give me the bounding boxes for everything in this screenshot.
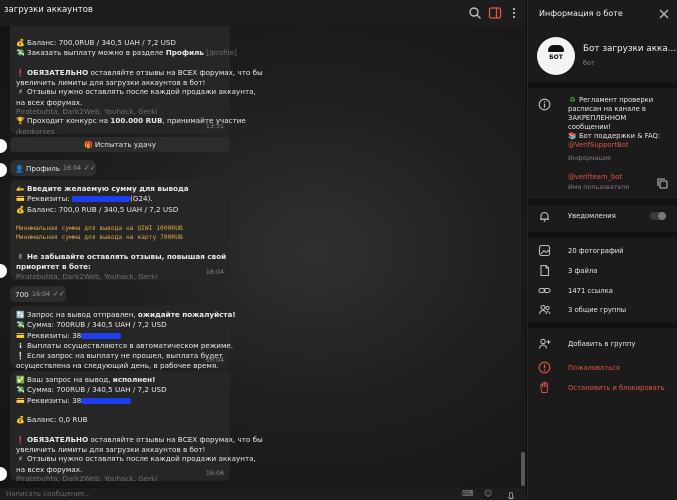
lightning-icon: ⚡	[18, 455, 23, 464]
forum-links[interactable]: Piratebuhta, Dark2Web, Youhack, Gerki	[16, 272, 224, 281]
chat-header: загрузки аккаунтов	[0, 0, 526, 26]
support-bot-link[interactable]: @VerifSupportBot	[568, 141, 660, 150]
bot-message-withdraw-amount: 🫴 Введите желаемую сумму для вывода 💳 Рекв…	[10, 180, 230, 281]
photo-icon	[538, 244, 551, 257]
bot-type: бот	[583, 59, 595, 67]
avatar[interactable]	[0, 467, 7, 481]
chat-title[interactable]: загрузки аккаунтов	[4, 5, 93, 15]
add-to-group-button[interactable]: Добавить в группу	[568, 340, 635, 348]
read-checkmarks-icon: ✓✓	[53, 290, 65, 298]
forum-links[interactable]: Piratebuhta, Dark2Web, Youhack, Gerki	[16, 107, 224, 116]
divider	[528, 322, 677, 328]
bot-description: ♻ Регламент проверки расписан на канале в…	[568, 96, 661, 150]
chat-area: загрузки аккаунтов 💰 Баланс: 700,0RUB / 3…	[0, 0, 526, 500]
copy-icon[interactable]	[656, 177, 669, 190]
description-caption: Информация	[568, 155, 611, 162]
hand-wave-icon: ✌	[17, 253, 24, 262]
file-icon	[538, 264, 551, 277]
outgoing-message-amount: 700 16:04 ✓✓	[10, 286, 66, 302]
add-user-icon	[538, 337, 551, 350]
username-caption: Имя пользователя	[568, 184, 630, 191]
bot-avatar[interactable]: БОТ	[537, 37, 575, 75]
bell-icon	[538, 210, 551, 223]
lightning-icon: ⚡	[18, 88, 23, 97]
bot-message-request-done: ✅ Ваш запрос на вывод, исполнен! 💸 Сумма: …	[10, 371, 263, 483]
profile-command-link[interactable]: [/profile]	[204, 48, 237, 57]
trophy-icon: 🏆	[16, 117, 25, 126]
check-mark-icon: ✅	[16, 376, 25, 384]
shared-photos[interactable]: 20 фотографий	[568, 247, 624, 255]
shared-links[interactable]: 1471 ссылка	[568, 287, 613, 295]
common-groups[interactable]: 3 общие группы	[568, 306, 626, 314]
read-checkmarks-icon: ✓✓	[84, 164, 96, 172]
chat-scrollbar[interactable]	[521, 26, 525, 488]
bot-info-panel: Информация о боте БОТ Бот загрузки акка.…	[527, 0, 677, 500]
chat-scroll-thumb[interactable]	[521, 452, 525, 486]
message-time: 16:04	[205, 356, 224, 364]
message-time: 16:04	[205, 268, 224, 276]
money-bag-icon: 💰	[16, 39, 25, 47]
report-icon	[538, 361, 551, 374]
info-icon: ℹ	[19, 341, 22, 350]
outgoing-message-profile: 👤 Профиль 16:04 ✓✓	[10, 160, 96, 176]
more-menu-icon[interactable]	[507, 6, 521, 20]
money-wings-icon: 💸	[16, 49, 25, 58]
shared-files[interactable]: 3 файла	[568, 267, 597, 275]
exclamation-icon: ❗	[16, 68, 25, 77]
warning-icon: ❕	[16, 352, 25, 361]
stop-and-block-button[interactable]: Остановить и блокировать	[568, 384, 665, 392]
stop-hand-icon	[538, 381, 551, 394]
avatar[interactable]	[0, 139, 7, 153]
card-icon: 💳	[16, 331, 25, 340]
gift-icon: 🎁	[84, 141, 93, 149]
message-input[interactable]: Написать сообщение...	[6, 490, 91, 498]
notifications-label: Уведомления	[568, 212, 616, 220]
redacted-scribble	[81, 397, 132, 404]
report-button[interactable]: Пожаловаться	[568, 364, 620, 372]
books-icon: 📚	[568, 131, 577, 140]
money-wings-icon: 💸	[16, 386, 25, 395]
search-icon[interactable]	[468, 6, 482, 20]
refresh-icon: 🔄	[16, 311, 25, 319]
recycle-icon: ♻	[569, 96, 576, 104]
bot-commands-icon[interactable]: ⌨	[462, 489, 474, 498]
exclamation-icon: ❗	[16, 435, 25, 444]
konkurses-command-link[interactable]: /konkurses	[16, 127, 224, 136]
money-wings-icon: 💸	[16, 321, 25, 330]
avatar[interactable]	[0, 264, 7, 278]
bot-message-request-sent: 🔄 Запрос на вывод отправлен, ожидайте пож…	[10, 306, 236, 370]
forum-links[interactable]: Piratebuhta, Dark2Web, Youhack, Gerki	[16, 474, 224, 483]
card-icon: 💳	[16, 195, 25, 204]
redacted-scribble	[72, 196, 131, 203]
notifications-toggle[interactable]	[650, 212, 666, 220]
toggle-knob	[658, 212, 666, 220]
groups-icon	[538, 303, 551, 316]
microphone-icon[interactable]	[507, 488, 515, 500]
money-bag-icon: 💰	[16, 416, 25, 425]
info-icon	[538, 98, 551, 111]
divider	[528, 232, 677, 238]
divider	[528, 82, 677, 88]
bot-name: Бот загрузки акка...	[583, 44, 677, 54]
username-link[interactable]: @verifteam_bot	[568, 173, 622, 181]
redacted-scribble	[81, 332, 122, 339]
card-icon: 💳	[16, 396, 25, 405]
hand-icon: 🫴	[16, 185, 25, 193]
message-time: 16:06	[205, 469, 224, 477]
message-composer[interactable]: Написать сообщение... ⌨ ☺	[0, 488, 526, 500]
side-panel-icon[interactable]	[488, 6, 502, 20]
person-icon: 👤	[15, 165, 24, 173]
emoji-icon[interactable]: ☺	[484, 489, 492, 498]
link-icon	[538, 284, 551, 297]
try-luck-button[interactable]: 🎁 Испытать удачу	[10, 137, 230, 152]
avatar[interactable]	[0, 163, 7, 177]
close-icon[interactable]	[658, 8, 670, 20]
divider	[528, 199, 677, 205]
panel-title: Информация о боте	[539, 9, 623, 18]
message-time: 13:31	[205, 122, 224, 130]
money-bag-icon: 💰	[16, 205, 25, 214]
cap-icon	[548, 45, 564, 52]
